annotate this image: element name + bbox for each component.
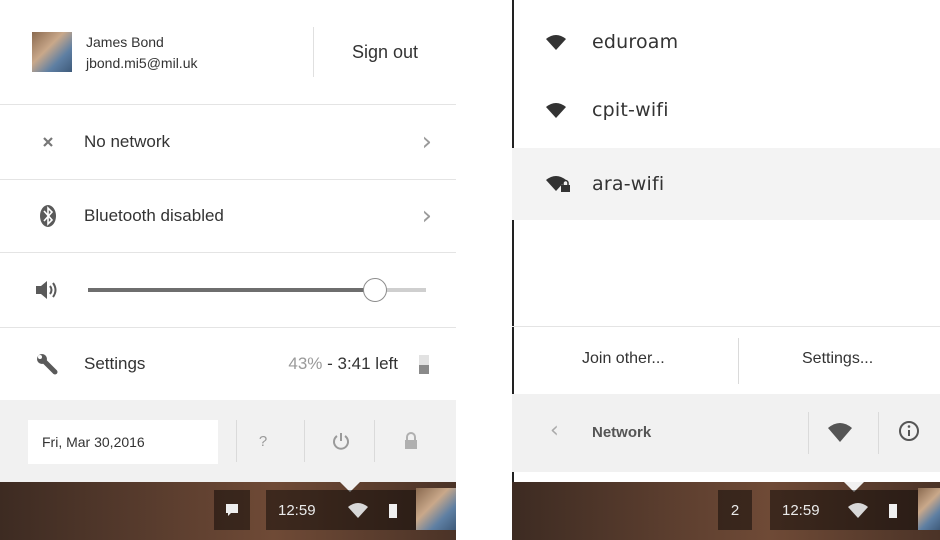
- battery-separator: -: [322, 354, 338, 373]
- user-avatar[interactable]: [416, 488, 456, 530]
- bluetooth-row[interactable]: Bluetooth disabled ›: [0, 180, 456, 252]
- network-name: eduroam: [592, 31, 679, 53]
- network-name: cpit-wifi: [592, 99, 669, 121]
- notification-count: 2: [730, 501, 740, 519]
- no-network-icon: [38, 132, 58, 152]
- divider: [374, 420, 375, 462]
- bluetooth-row-label: Bluetooth disabled: [84, 206, 224, 225]
- lock-icon[interactable]: [398, 428, 424, 454]
- divider: [512, 326, 940, 327]
- divider: [236, 420, 237, 462]
- divider: [738, 338, 739, 384]
- volume-slider[interactable]: [88, 278, 426, 302]
- network-row[interactable]: No network ›: [0, 105, 456, 179]
- date-display[interactable]: Fri, Mar 30,2016: [28, 420, 218, 464]
- user-email: jbond.mi5@mil.uk: [86, 55, 198, 71]
- network-item[interactable]: eduroam: [512, 6, 940, 78]
- battery-icon: [388, 501, 398, 519]
- user-name: James Bond: [86, 34, 164, 50]
- join-other-button[interactable]: Join other...: [582, 350, 665, 368]
- volume-slider-fill: [88, 288, 376, 292]
- wifi-icon: [546, 34, 566, 50]
- speaker-icon[interactable]: [34, 278, 60, 302]
- shelf: 12:59: [0, 482, 456, 540]
- notification-button[interactable]: [214, 490, 250, 530]
- settings-row[interactable]: Settings 43% - 3:41 left: [0, 328, 456, 400]
- back-icon[interactable]: ‹: [550, 418, 559, 443]
- battery-icon: [888, 501, 898, 519]
- wifi-icon: [347, 502, 368, 518]
- tray-bottom-bar: [512, 394, 940, 472]
- network-item[interactable]: ara-wifi: [512, 148, 940, 220]
- status-area[interactable]: 12:59: [770, 490, 918, 530]
- info-icon[interactable]: [898, 420, 920, 442]
- battery-percent: 43%: [288, 354, 323, 373]
- network-item[interactable]: cpit-wifi: [512, 74, 940, 146]
- network-panel: eduroam cpit-wifi ara-wifi Join other...…: [512, 0, 940, 540]
- notification-button[interactable]: 2: [718, 490, 752, 530]
- shelf: 2 12:59: [512, 482, 940, 540]
- battery-status: 43% - 3:41 left: [288, 354, 398, 374]
- network-header-label: Network: [592, 424, 652, 441]
- wifi-secured-icon: [546, 175, 572, 193]
- chevron-right-icon: ›: [421, 201, 432, 231]
- bluetooth-icon: [36, 204, 60, 228]
- divider: [304, 420, 305, 462]
- system-tray-panel: James Bond jbond.mi5@mil.uk Sign out No …: [0, 0, 456, 540]
- wifi-icon: [847, 502, 868, 518]
- battery-icon: [418, 353, 430, 375]
- network-settings-button[interactable]: Settings...: [802, 350, 873, 368]
- gap: [456, 0, 512, 540]
- divider: [878, 412, 879, 454]
- clock: 12:59: [278, 501, 316, 519]
- wifi-icon: [546, 102, 566, 118]
- settings-label: Settings: [84, 354, 146, 373]
- wifi-icon[interactable]: [828, 422, 852, 442]
- network-name: ara-wifi: [592, 173, 665, 195]
- wrench-icon: [34, 351, 60, 377]
- chevron-right-icon: ›: [421, 127, 432, 157]
- power-icon[interactable]: [328, 428, 354, 454]
- battery-time: 3:41 left: [337, 354, 399, 373]
- divider: [808, 412, 809, 454]
- status-area[interactable]: 12:59: [266, 490, 416, 530]
- user-avatar[interactable]: [918, 488, 940, 530]
- clock: 12:59: [782, 501, 820, 519]
- user-avatar: [32, 32, 72, 72]
- sign-out-button[interactable]: Sign out: [313, 27, 456, 77]
- network-row-label: No network: [84, 132, 170, 151]
- help-icon[interactable]: ?: [250, 428, 276, 454]
